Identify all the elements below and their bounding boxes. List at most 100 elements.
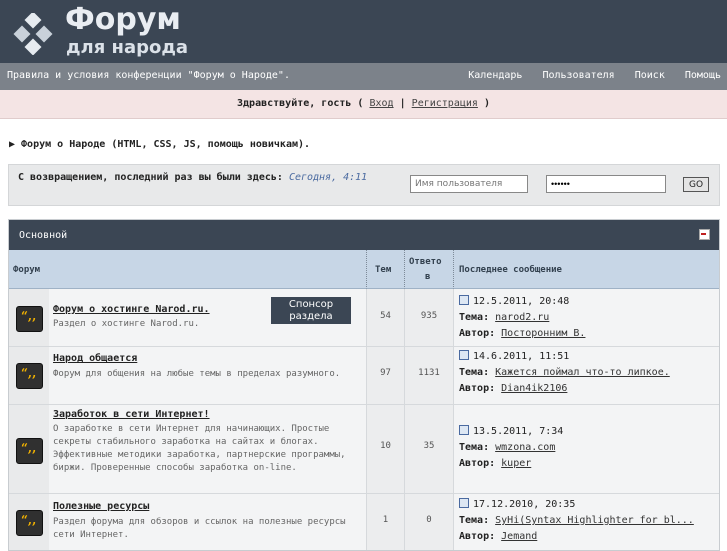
last-topic-link[interactable]: narod2.ru	[495, 312, 549, 323]
last-post-icon[interactable]	[459, 425, 469, 435]
column-topics: Тем	[367, 250, 405, 289]
category-header: Основной	[9, 220, 719, 250]
login-go-button[interactable]: GO	[683, 177, 709, 192]
column-last-post-label: Последнее сообщение	[459, 265, 562, 275]
breadcrumb[interactable]: ▶ Форум о Народе (HTML, CSS, JS, помощь …	[9, 139, 310, 150]
last-post-date: 17.12.2010, 20:35	[473, 499, 576, 510]
last-post-cell: 12.5.2011, 20:48 Тема: narod2.ru Автор: …	[454, 289, 719, 346]
forum-icon-cell	[9, 405, 49, 493]
logo-diamond-icon[interactable]	[12, 13, 54, 55]
topics-count: 10	[380, 441, 391, 451]
last-post-icon[interactable]	[459, 295, 469, 305]
topics-count: 1	[382, 515, 389, 525]
topics-count-cell: 97	[367, 347, 405, 404]
rules-link[interactable]: Правила и условия конференции "Форум о Н…	[7, 70, 290, 81]
column-forum: Форум	[9, 250, 367, 289]
topic-label: Тема:	[459, 312, 490, 323]
forum-read-icon	[16, 438, 43, 464]
topics-count-cell: 54	[367, 289, 405, 346]
forum-name-link[interactable]: Форум о хостинге Narod.ru.	[53, 304, 210, 315]
top-navbar: Правила и условия конференции "Форум о Н…	[0, 63, 727, 90]
forum-description: О заработке в сети Интернет для начинающ…	[53, 424, 346, 473]
column-topics-label: Тем	[375, 265, 392, 275]
forum-info-cell: Народ общается Форум для общения на любы…	[49, 347, 367, 404]
topics-count-cell: 10	[367, 405, 405, 493]
last-post-date: 13.5.2011, 7:34	[473, 426, 564, 437]
password-input[interactable]	[546, 175, 666, 193]
last-visit-time: Сегодня, 4:11	[288, 172, 368, 183]
author-label: Автор:	[459, 531, 496, 542]
forum-info-cell: Заработок в сети Интернет! О заработке в…	[49, 405, 367, 493]
topics-count-cell: 1	[367, 494, 405, 550]
last-post-info: 17.12.2010, 20:35 Тема: SyHi(Syntax High…	[459, 497, 717, 545]
last-post-cell: 17.12.2010, 20:35 Тема: SyHi(Syntax High…	[454, 494, 719, 550]
last-post-date: 12.5.2011, 20:48	[473, 296, 570, 307]
forum-info-cell: Полезные ресурсы Раздел форума для обзор…	[49, 494, 367, 550]
category-title[interactable]: Основной	[19, 230, 67, 241]
forum-name-link[interactable]: Полезные ресурсы	[53, 501, 149, 512]
last-author-link[interactable]: Dian4ik2106	[501, 383, 567, 394]
collapse-icon[interactable]	[699, 229, 710, 240]
forum-read-icon	[16, 363, 43, 389]
forum-description: Раздел форума для обзоров и ссылок на по…	[53, 517, 346, 540]
sponsor-button[interactable]: Спонсор раздела	[271, 297, 351, 324]
welcome-back-text: С возвращением, последний раз вы были зд…	[18, 170, 378, 185]
last-post-date: 14.6.2011, 11:51	[473, 351, 570, 362]
last-post-icon[interactable]	[459, 350, 469, 360]
nav-members[interactable]: Пользователя	[542, 70, 614, 81]
nav-calendar[interactable]: Календарь	[468, 70, 522, 81]
forum-row: Народ общается Форум для общения на любы…	[9, 347, 719, 405]
replies-count-cell: 1131	[405, 347, 454, 404]
forum-read-icon	[16, 510, 43, 536]
nav-links: Календарь Пользователя Поиск Помощь	[454, 70, 721, 81]
last-post-cell: 13.5.2011, 7:34 Тема: wmzona.com Автор: …	[454, 405, 719, 493]
replies-count-cell: 935	[405, 289, 454, 346]
login-box: С возвращением, последний раз вы были зд…	[8, 164, 720, 206]
last-post-info: 13.5.2011, 7:34 Тема: wmzona.com Автор: …	[459, 424, 717, 472]
register-link[interactable]: Регистрация	[412, 98, 478, 109]
last-post-icon[interactable]	[459, 498, 469, 508]
forum-info-cell: Форум о хостинге Narod.ru. Раздел о хост…	[49, 289, 367, 346]
greeting-prefix: Здравствуйте, гость (	[237, 98, 364, 109]
column-forum-label: Форум	[13, 265, 41, 275]
column-replies-label-1: Ответо	[409, 257, 442, 267]
logo-subtitle[interactable]: для народа	[66, 37, 188, 58]
nav-search[interactable]: Поиск	[635, 70, 665, 81]
author-label: Автор:	[459, 328, 496, 339]
forum-icon-cell	[9, 289, 49, 346]
last-topic-link[interactable]: wmzona.com	[495, 442, 555, 453]
replies-count-cell: 35	[405, 405, 454, 493]
forum-name-link[interactable]: Заработок в сети Интернет!	[53, 409, 210, 420]
forum-description: Форум для общения на любые темы в предел…	[53, 369, 341, 379]
forum-icon-cell	[9, 494, 49, 550]
logo-title[interactable]: Форум	[65, 2, 181, 37]
forum-row: Полезные ресурсы Раздел форума для обзор…	[9, 494, 719, 550]
last-post-cell: 14.6.2011, 11:51 Тема: Кажется поймал чт…	[454, 347, 719, 404]
column-last-post: Последнее сообщение	[454, 250, 719, 289]
welcome-label: С возвращением, последний раз вы были зд…	[18, 172, 283, 183]
replies-count-cell: 0	[405, 494, 454, 550]
login-link[interactable]: Вход	[369, 98, 393, 109]
last-author-link[interactable]: kuper	[501, 458, 531, 469]
forum-name-link[interactable]: Народ общается	[53, 353, 137, 364]
last-author-link[interactable]: Посторонним В.	[501, 328, 585, 339]
replies-count: 1131	[418, 368, 440, 378]
greeting-suffix: )	[483, 98, 490, 109]
last-topic-link[interactable]: SyHi(Syntax Highlighter for bl...	[495, 515, 694, 526]
forum-read-icon	[16, 306, 43, 332]
replies-count: 35	[423, 441, 435, 451]
last-post-info: 14.6.2011, 11:51 Тема: Кажется поймал чт…	[459, 349, 717, 397]
username-input[interactable]	[410, 175, 528, 193]
replies-count: 935	[420, 311, 438, 321]
forum-row: Форум о хостинге Narod.ru. Раздел о хост…	[9, 289, 719, 347]
forum-table: Основной Форум Тем Ответо в Последнее со…	[8, 219, 720, 551]
topic-label: Тема:	[459, 442, 490, 453]
topic-label: Тема:	[459, 515, 490, 526]
last-author-link[interactable]: Jemand	[501, 531, 537, 542]
guest-greeting: Здравствуйте, гость ( Вход | Регистрация…	[0, 90, 727, 119]
last-topic-link[interactable]: Кажется поймал что-то липкое.	[495, 367, 670, 378]
column-replies: Ответо в	[405, 250, 454, 289]
last-post-info: 12.5.2011, 20:48 Тема: narod2.ru Автор: …	[459, 294, 717, 342]
nav-help[interactable]: Помощь	[685, 70, 721, 81]
topics-count: 54	[380, 311, 391, 321]
